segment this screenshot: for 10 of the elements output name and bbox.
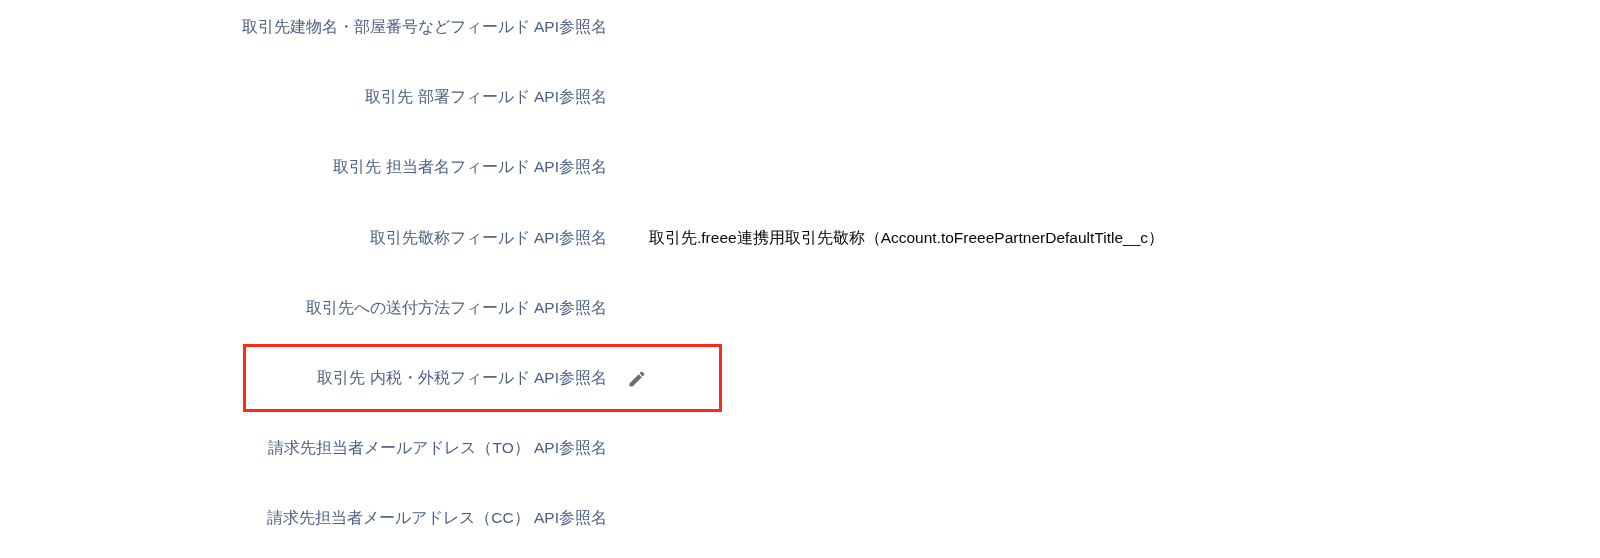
pencil-icon[interactable] xyxy=(627,368,647,389)
field-value: 取引先.freee連携用取引先敬称（Account.toFreeePartnerDefaultTitle__c） xyxy=(649,227,1164,248)
field-label: 取引先建物名・部屋番号などフィールド API参照名 xyxy=(240,17,607,38)
field-label: 請求先担当者メールアドレス（TO） API参照名 xyxy=(267,438,607,459)
field-label: 請求先担当者メールアドレス（CC） API参照名 xyxy=(266,508,607,529)
field-label: 取引先 担当者名フィールド API参照名 xyxy=(332,157,607,178)
field-label: 取引先 内税・外税フィールド API参照名 xyxy=(316,368,607,389)
field-label: 取引先 部署フィールド API参照名 xyxy=(364,87,607,108)
field-label: 取引先敬称フィールド API参照名 xyxy=(368,227,607,248)
field-label: 取引先への送付方法フィールド API参照名 xyxy=(304,297,607,318)
